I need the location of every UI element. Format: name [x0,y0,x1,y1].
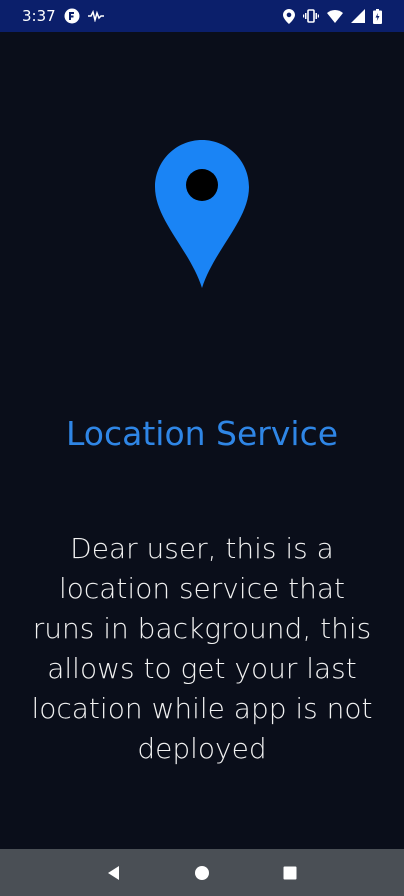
signal-icon [351,9,365,23]
main-content: Location Service Dear user, this is a lo… [0,32,404,849]
navigation-bar [0,849,404,896]
home-icon [195,865,209,880]
recents-button[interactable] [275,858,305,888]
status-left: 3:37 [22,7,104,25]
back-icon [108,865,119,880]
wifi-icon [327,9,343,23]
app-icon [64,8,80,24]
status-time: 3:37 [22,7,56,25]
description-text: Dear user, this is a location service th… [31,532,373,765]
vibrate-icon [303,9,319,23]
battery-icon [373,8,382,24]
page-title: Location Service [65,414,339,453]
back-button[interactable] [99,858,129,888]
waveform-icon [87,10,104,22]
location-pin-icon [155,140,249,290]
home-button[interactable] [187,858,217,888]
recents-icon [283,866,297,879]
status-right [283,8,382,24]
location-icon [283,8,295,24]
status-bar: 3:37 [0,0,404,32]
